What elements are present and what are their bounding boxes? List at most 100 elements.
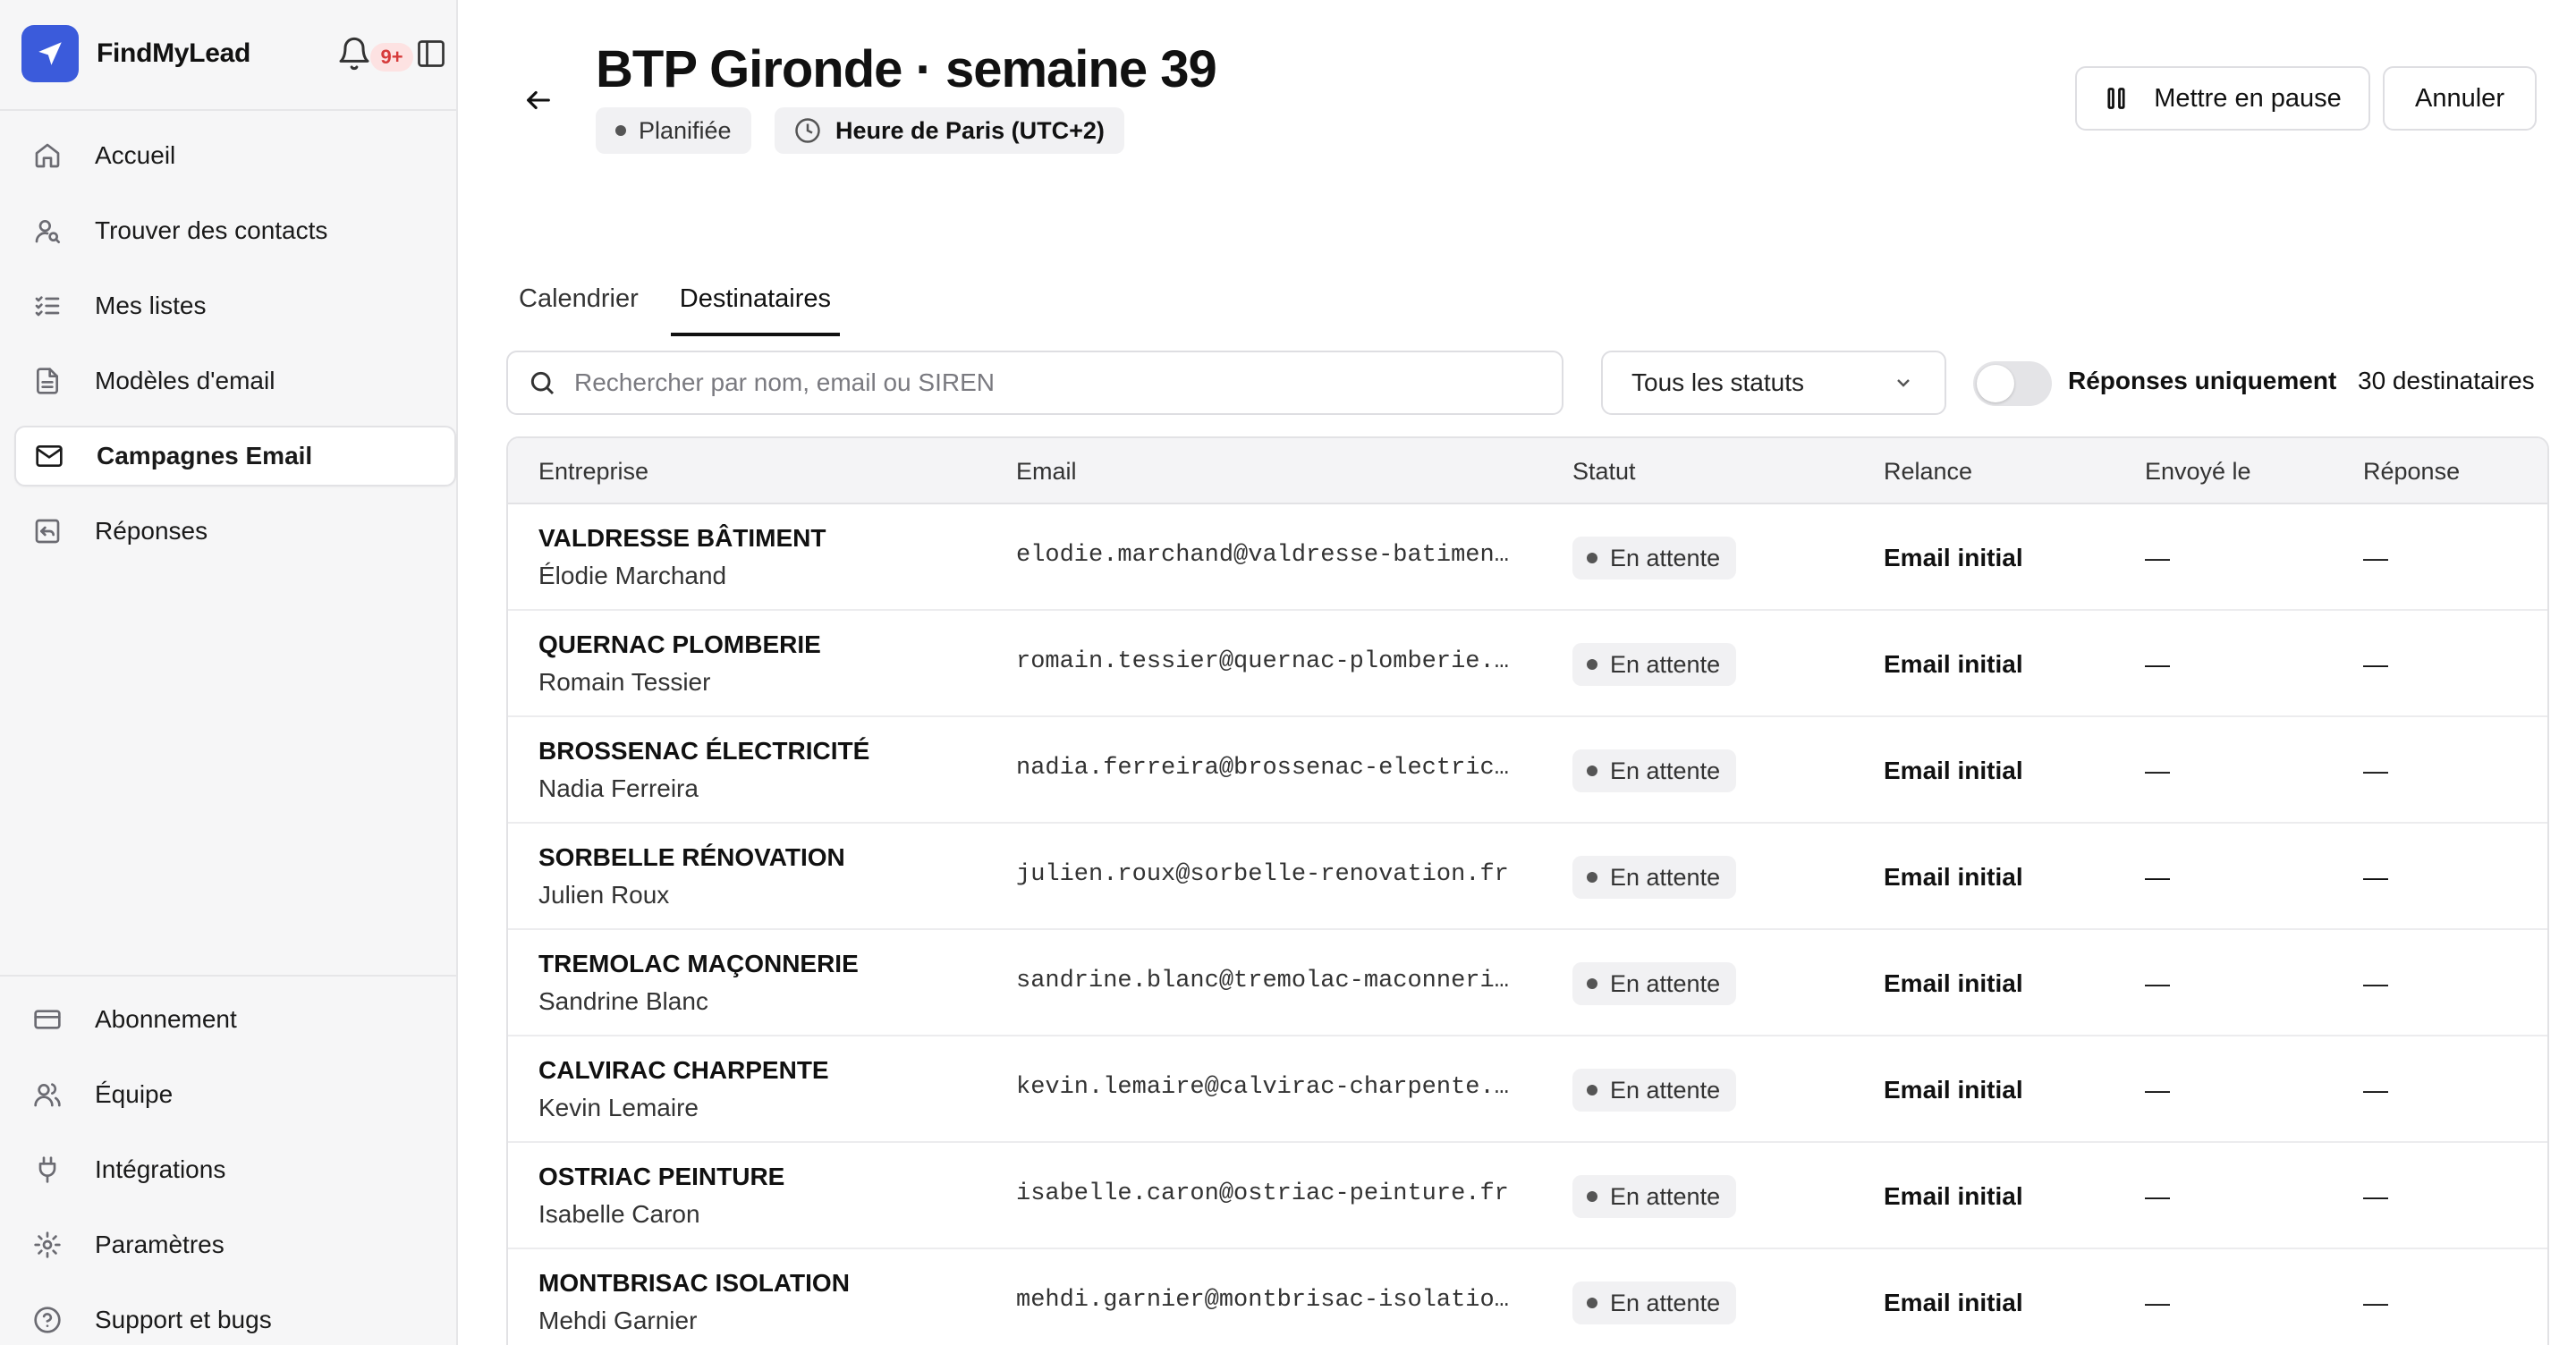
nav-label: Trouver des contacts [95, 216, 328, 244]
table-row[interactable]: SORBELLE RÉNOVATION Julien Roux julien.r… [508, 824, 2547, 930]
notification-badge: 9+ [370, 43, 413, 72]
relance-step: Email initial [1884, 757, 2023, 784]
sidebar-toggle-icon[interactable] [415, 38, 447, 70]
status-badge: En attente [1572, 1069, 1737, 1112]
recipient-count: 30 destinataires [2358, 367, 2535, 394]
column-header-statut[interactable]: Statut [1572, 458, 1636, 486]
company-name: OSTRIAC PEINTURE [538, 1163, 785, 1190]
company-name: SORBELLE RÉNOVATION [538, 843, 845, 871]
nav-item-equipe[interactable]: Équipe [14, 1064, 456, 1125]
table-header: Entreprise Email Statut Relance Envoyé l… [508, 438, 2547, 504]
table-row[interactable]: CALVIRAC CHARPENTE Kevin Lemaire kevin.l… [508, 1036, 2547, 1143]
toggle-knob [1977, 365, 2014, 402]
table-row[interactable]: BROSSENAC ÉLECTRICITÉ Nadia Ferreira nad… [508, 717, 2547, 824]
nav-item-accueil[interactable]: Accueil [14, 125, 456, 186]
nav-item-parametres[interactable]: Paramètres [14, 1214, 456, 1275]
status-badge: En attente [1572, 537, 1737, 579]
column-header-reponse[interactable]: Réponse [2363, 458, 2460, 486]
company-name: BROSSENAC ÉLECTRICITÉ [538, 737, 870, 765]
contact-email: nadia.ferreira@brossenac-electrici… [1016, 755, 1517, 782]
search-input[interactable] [574, 368, 1540, 397]
brand[interactable]: FindMyLead 9+ [21, 25, 445, 82]
nav-item-trouver-contacts[interactable]: Trouver des contacts [14, 200, 456, 261]
search-box[interactable] [506, 351, 1563, 415]
table-row[interactable]: MONTBRISAC ISOLATION Mehdi Garnier mehdi… [508, 1249, 2547, 1345]
recipients-table: Entreprise Email Statut Relance Envoyé l… [506, 436, 2549, 1345]
sidebar-divider [0, 109, 456, 111]
contact-email: elodie.marchand@valdresse-batiment… [1016, 542, 1517, 569]
users-icon [32, 1079, 63, 1110]
column-header-entreprise[interactable]: Entreprise [538, 458, 648, 486]
gear-icon [32, 1230, 63, 1260]
status-badge: En attente [1572, 856, 1737, 899]
sent-date: — [2145, 863, 2170, 891]
nav-item-support[interactable]: Support et bugs [14, 1290, 456, 1345]
table-row[interactable]: VALDRESSE BÂTIMENT Élodie Marchand elodi… [508, 504, 2547, 611]
status-dot [1587, 659, 1597, 670]
nav-label: Paramètres [95, 1231, 225, 1258]
send-icon [21, 25, 79, 82]
status-dot [1587, 766, 1597, 776]
nav-label: Intégrations [95, 1155, 226, 1183]
pause-button[interactable]: Mettre en pause [2075, 66, 2370, 131]
replies-only-toggle[interactable] [1973, 361, 2052, 406]
secondary-nav: Abonnement Équipe Intégrations Paramètre… [14, 989, 456, 1345]
user-search-icon [32, 216, 63, 246]
page-title: BTP Gironde · semaine 39 [596, 40, 1217, 98]
company-name: MONTBRISAC ISOLATION [538, 1269, 850, 1297]
nav-item-modeles-email[interactable]: Modèles d'email [14, 351, 456, 411]
nav-item-abonnement[interactable]: Abonnement [14, 989, 456, 1050]
status-badge: Planifiée [596, 107, 751, 154]
chevron-down-icon [1897, 379, 1910, 387]
back-arrow-icon[interactable] [519, 80, 558, 120]
nav-item-campagnes-email[interactable]: Campagnes Email [14, 426, 456, 486]
plug-icon [32, 1155, 63, 1185]
nav-item-reponses[interactable]: Réponses [14, 501, 456, 562]
status-dot [1587, 872, 1597, 883]
tab-calendrier[interactable]: Calendrier [510, 279, 648, 336]
status-label: En attente [1610, 757, 1721, 784]
tab-destinataires[interactable]: Destinataires [670, 279, 841, 336]
status-dot [1587, 978, 1597, 989]
relance-step: Email initial [1884, 544, 2023, 571]
nav-item-integrations[interactable]: Intégrations [14, 1139, 456, 1200]
list-checks-icon [32, 291, 63, 321]
table-row[interactable]: TREMOLAC MAÇONNERIE Sandrine Blanc sandr… [508, 930, 2547, 1036]
tab-bar: Calendrier Destinataires [510, 279, 863, 336]
status-badge: En attente [1572, 749, 1737, 792]
nav-label: Accueil [95, 141, 176, 169]
primary-nav: Accueil Trouver des contacts Mes listes … [14, 125, 456, 576]
contact-email: julien.roux@sorbelle-renovation.fr [1016, 861, 1509, 888]
status-label: En attente [1610, 1289, 1721, 1316]
table-row[interactable]: OSTRIAC PEINTURE Isabelle Caron isabelle… [508, 1143, 2547, 1249]
column-header-relance[interactable]: Relance [1884, 458, 1972, 486]
nav-label: Campagnes Email [97, 442, 313, 469]
main-content: BTP Gironde · semaine 39 Planifiée Heure… [460, 0, 2576, 1345]
company-name: CALVIRAC CHARPENTE [538, 1056, 829, 1084]
reply-status: — [2363, 650, 2388, 678]
contact-email: kevin.lemaire@calvirac-charpente.fr [1016, 1074, 1517, 1101]
status-filter-select[interactable]: Tous les statuts [1601, 351, 1946, 415]
status-dot [1587, 1191, 1597, 1202]
timezone-badge: Heure de Paris (UTC+2) [775, 107, 1124, 154]
status-label: En attente [1610, 969, 1721, 997]
contact-name: Julien Roux [538, 881, 670, 909]
sent-date: — [2145, 650, 2170, 678]
reply-status: — [2363, 1289, 2388, 1316]
column-header-envoye-le[interactable]: Envoyé le [2145, 458, 2251, 486]
company-name: QUERNAC PLOMBERIE [538, 630, 821, 658]
file-text-icon [32, 366, 63, 396]
bell-icon[interactable] [336, 36, 372, 72]
cancel-button[interactable]: Annuler [2383, 66, 2537, 131]
status-label: En attente [1610, 650, 1721, 678]
contact-name: Kevin Lemaire [538, 1094, 699, 1121]
nav-item-mes-listes[interactable]: Mes listes [14, 275, 456, 336]
column-header-email[interactable]: Email [1016, 458, 1077, 486]
company-name: TREMOLAC MAÇONNERIE [538, 950, 859, 977]
status-filter-value: Tous les statuts [1631, 368, 1804, 396]
contact-email: isabelle.caron@ostriac-peinture.fr [1016, 1180, 1509, 1207]
contact-name: Mehdi Garnier [538, 1307, 698, 1334]
reply-icon [32, 516, 63, 546]
table-row[interactable]: QUERNAC PLOMBERIE Romain Tessier romain.… [508, 611, 2547, 717]
table-body: VALDRESSE BÂTIMENT Élodie Marchand elodi… [508, 504, 2547, 1345]
